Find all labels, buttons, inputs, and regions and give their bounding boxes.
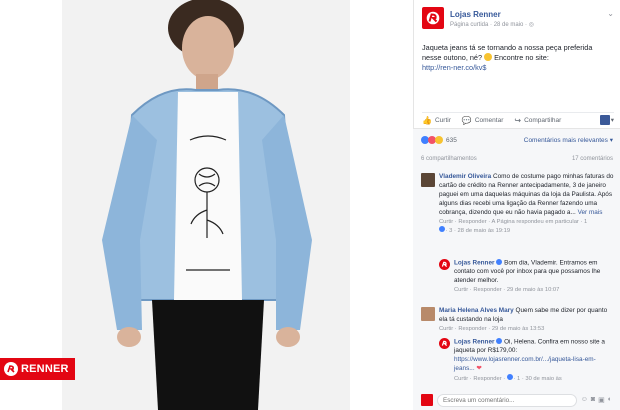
verified-badge-icon xyxy=(496,338,503,344)
share-label: Compartilhar xyxy=(524,116,562,124)
reply-meta: Curtir · Responder · · 1 · 30 de maio às xyxy=(454,374,562,382)
like-button[interactable]: 👍 Curtir xyxy=(422,116,451,125)
brand-name: RENNER xyxy=(21,363,69,375)
reaction-count[interactable]: 635 xyxy=(446,137,457,144)
page-avatar[interactable] xyxy=(422,7,444,29)
post-link[interactable]: http://ren-ner.co/kv$ xyxy=(422,63,487,72)
avatar xyxy=(599,115,610,125)
avatar[interactable] xyxy=(439,259,450,270)
product-photo[interactable] xyxy=(62,0,350,410)
comment-timestamp[interactable]: · 3 · 28 de maio às 19:19 xyxy=(446,228,510,234)
comments-count[interactable]: 17 comentários xyxy=(572,156,613,162)
globe-icon: ◎ xyxy=(528,22,534,28)
reply-body: Lojas Renner Oi, Helena. Confira em noss… xyxy=(454,338,614,384)
sticker-icon[interactable]: ◐ xyxy=(608,396,612,404)
action-bar: 👍 Curtir 💬 Comentar ↪ Compartilhar ▾ xyxy=(422,112,614,126)
feedback-section: 635 Comentários mais relevantes ▾ 6 comp… xyxy=(413,128,620,410)
comment-icon: 💬 xyxy=(461,115,472,125)
reactions-row: 635 Comentários mais relevantes ▾ xyxy=(421,134,613,146)
stats-row: 6 compartilhamentos 17 comentários xyxy=(421,156,613,162)
post-meta: Página curtida · 28 de maio · ◎ xyxy=(450,21,534,28)
gif-icon[interactable]: ▣ xyxy=(598,396,605,404)
comment-actions[interactable]: Curtir · Responder · xyxy=(439,219,492,225)
avatar[interactable] xyxy=(421,307,435,321)
verified-badge-icon xyxy=(496,259,503,265)
post-as-selector[interactable]: ▾ xyxy=(599,115,614,125)
reply-timestamp[interactable]: · 1 · 30 de maio às xyxy=(512,376,561,382)
wow-reaction-icon[interactable] xyxy=(435,136,443,144)
comment-sort-dropdown[interactable]: Comentários mais relevantes ▾ xyxy=(524,136,613,144)
renner-logo-icon xyxy=(426,11,440,25)
shares-count[interactable]: 6 compartilhamentos xyxy=(421,156,477,162)
reply-author[interactable]: Lojas Renner xyxy=(454,339,495,346)
comment-body: Vlademir Oliveira Como de costume pago m… xyxy=(439,173,615,236)
heart-icon: ❤ xyxy=(476,365,482,373)
avatar xyxy=(421,394,433,406)
renner-logo-icon xyxy=(441,261,448,268)
avatar[interactable] xyxy=(439,338,450,349)
photo-area: RENNER xyxy=(0,0,413,410)
camera-icon[interactable]: ◙ xyxy=(591,396,595,404)
comment-input[interactable] xyxy=(437,393,577,407)
comment-body: Maria Helena Alves Mary Quem sabe me diz… xyxy=(439,307,615,334)
post-meta-text: Página curtida · 28 de maio · xyxy=(450,22,529,28)
see-more-link[interactable]: Ver mais xyxy=(578,209,603,216)
avatar[interactable] xyxy=(421,173,435,187)
brand-badge: RENNER xyxy=(0,358,75,380)
comment-button[interactable]: 💬 Comentar xyxy=(462,116,504,125)
post-body-tail: Encontre no site: xyxy=(494,53,549,62)
post-header: Lojas Renner Página curtida · 28 de maio… xyxy=(422,7,614,31)
reply-actions[interactable]: Curtir · Responder · xyxy=(454,376,507,382)
comment-meta: Curtir · Responder · A Página respondeu … xyxy=(439,218,588,234)
renner-logo-icon xyxy=(4,362,18,376)
model-illustration xyxy=(62,0,350,410)
reply-meta[interactable]: Curtir · Responder · 29 de maio às 10:07 xyxy=(454,287,559,293)
emoji-icon[interactable]: ☺ xyxy=(581,396,588,404)
post-text: Jaqueta jeans tá se tornando a nossa peç… xyxy=(422,43,612,73)
comment-label: Comentar xyxy=(474,116,504,124)
smile-emoji-icon xyxy=(484,53,493,61)
caret-down-icon: ▾ xyxy=(610,117,614,124)
chevron-down-icon[interactable]: ⌄ xyxy=(607,9,614,18)
thumbs-up-icon: 👍 xyxy=(422,115,432,125)
page-replied-link[interactable]: A Página respondeu em particular xyxy=(492,219,579,225)
comment-author[interactable]: Vlademir Oliveira xyxy=(439,173,491,180)
share-button[interactable]: ↪ Compartilhar xyxy=(514,116,561,125)
reply-author[interactable]: Lojas Renner xyxy=(454,260,495,267)
like-reaction-icon xyxy=(439,226,445,233)
comment-composer: ☺ ◙ ▣ ◐ xyxy=(413,390,620,410)
comment-meta-tail: · 1 xyxy=(578,218,588,225)
comment-meta[interactable]: Curtir · Responder · 29 de maio às 13:53 xyxy=(439,326,544,332)
composer-tools: ☺ ◙ ▣ ◐ xyxy=(581,396,612,404)
share-icon: ↪ xyxy=(514,115,522,125)
page-name[interactable]: Lojas Renner xyxy=(450,10,501,19)
like-label: Curtir xyxy=(434,116,451,124)
reply-body: Lojas Renner Bom dia, Vlademir. Entramos… xyxy=(454,259,614,295)
renner-logo-icon xyxy=(441,340,448,347)
comment-author[interactable]: Maria Helena Alves Mary xyxy=(439,307,514,314)
